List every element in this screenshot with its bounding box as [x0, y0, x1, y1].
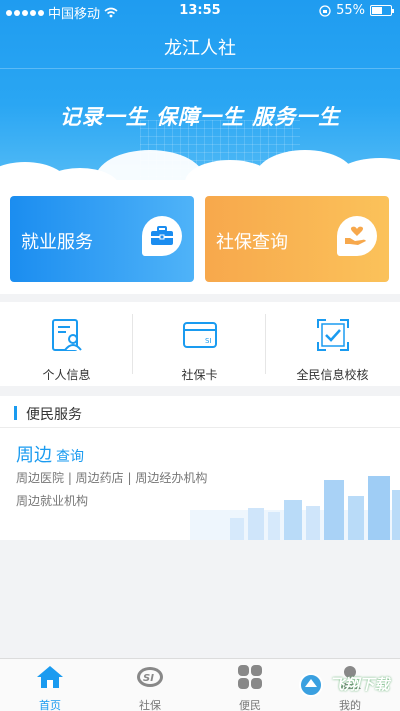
si-card-item[interactable]: SI 社保卡: [133, 302, 266, 386]
city-skyline-illustration: [190, 476, 400, 540]
grid-icon: [238, 665, 262, 689]
watermark-text: 飞翔下载: [329, 675, 390, 694]
rotation-lock-icon: [319, 4, 331, 17]
tab-home[interactable]: 首页: [0, 659, 100, 711]
section-accent-bar: [14, 406, 17, 420]
home-icon: [37, 666, 63, 688]
si-card-icon: SI: [182, 322, 217, 348]
personal-info-item[interactable]: 个人信息: [0, 302, 133, 386]
person-document-icon: [51, 319, 82, 351]
si-logo-text: SI: [143, 673, 154, 684]
banner-slogan: 记录一生 保障一生 服务一生: [59, 105, 341, 129]
page-title: 龙江人社: [164, 38, 236, 59]
si-card-label: 社保卡: [181, 368, 218, 382]
header-banner: 中国移动 13:55 55% 龙江人社 记录一生 保障一生 服务一生: [0, 0, 400, 190]
tab-convenience-label: 便民: [239, 699, 261, 711]
main-cards: 就业服务 社保查询: [0, 190, 400, 294]
battery-percent: 55%: [336, 3, 365, 18]
battery-icon: [370, 5, 394, 16]
query-label: 查询: [56, 449, 84, 465]
personal-info-label: 个人信息: [42, 368, 91, 382]
quick-functions: 个人信息 SI 社保卡 全民信息校核: [0, 302, 400, 386]
verify-icon: [316, 319, 349, 351]
nav-divider: [0, 68, 400, 69]
social-security-query-card[interactable]: 社保查询: [205, 196, 389, 282]
nearby-links[interactable]: 周边医院 | 周边药店 | 周边经办机构: [16, 469, 207, 486]
status-bar: 中国移动 13:55 55%: [0, 0, 400, 22]
nearby-query-link[interactable]: 周边 查询: [16, 441, 84, 467]
employment-service-card[interactable]: 就业服务: [10, 196, 194, 282]
watermark-logo-icon: [299, 673, 323, 697]
convenience-section: 便民服务 周边 查询 周边医院 | 周边药店 | 周边经办机构 周边就业机构: [0, 396, 400, 540]
tab-home-label: 首页: [39, 699, 61, 711]
social-security-query-label: 社保查询: [216, 232, 288, 253]
nearby-employment-link[interactable]: 周边就业机构: [16, 492, 88, 509]
info-verify-item[interactable]: 全民信息校核: [266, 302, 399, 386]
si-card-text: SI: [205, 337, 212, 345]
section-header: 便民服务: [0, 396, 400, 428]
watermark: 飞翔下载: [298, 672, 394, 706]
briefcase-icon: [142, 216, 182, 256]
section-title: 便民服务: [26, 407, 82, 423]
tab-social-security-label: 社保: [139, 699, 161, 711]
hand-heart-icon: [337, 216, 377, 256]
employment-service-label: 就业服务: [21, 232, 93, 253]
nearby-label: 周边: [16, 445, 52, 466]
tab-convenience[interactable]: 便民: [200, 659, 300, 711]
tab-social-security[interactable]: SI 社保: [100, 659, 200, 711]
si-logo-icon: SI: [137, 667, 163, 687]
info-verify-label: 全民信息校核: [296, 368, 369, 382]
